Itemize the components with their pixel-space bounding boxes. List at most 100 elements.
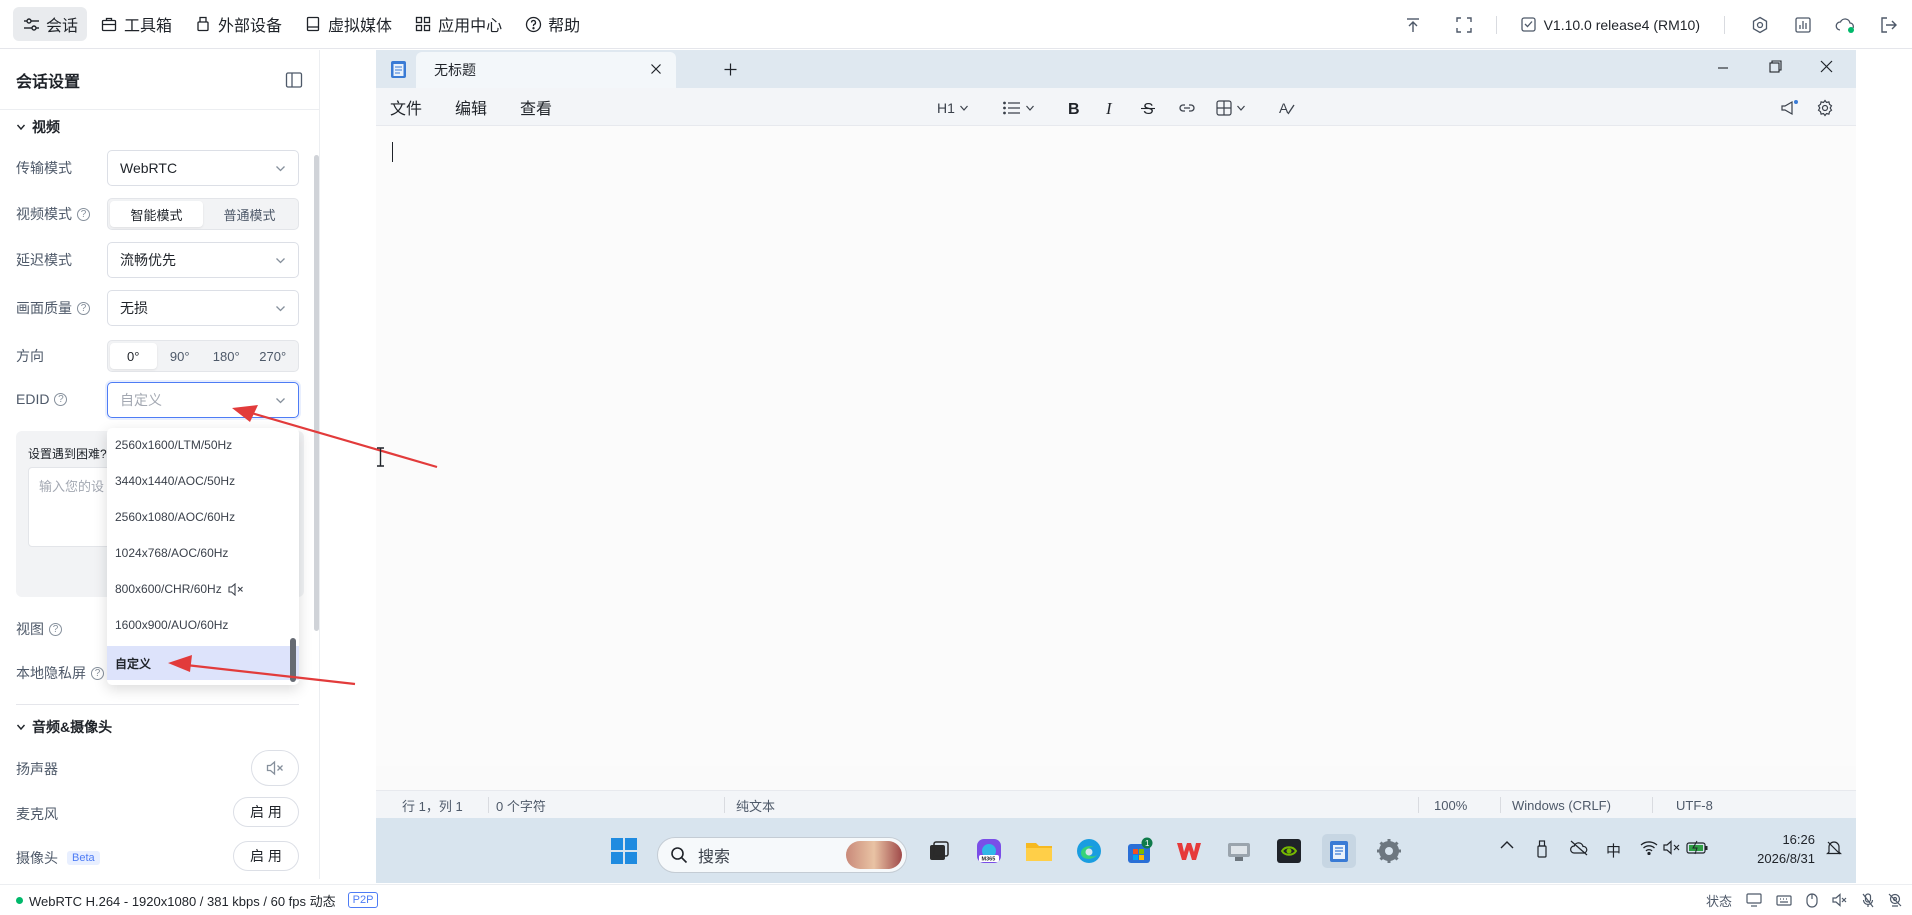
version-check-icon <box>1520 17 1536 32</box>
list-dropdown[interactable] <box>1003 96 1035 120</box>
m365-copilot-icon[interactable]: M365 <box>972 834 1006 868</box>
maximize-icon[interactable] <box>1769 60 1782 73</box>
edid-option[interactable]: 1600x900/AUO/60Hz <box>107 608 299 642</box>
app-window-icon[interactable] <box>1222 834 1256 868</box>
help-circle-icon[interactable]: ? <box>91 666 104 680</box>
status-label[interactable]: 状态 <box>1706 891 1732 910</box>
wps-office-icon[interactable] <box>1172 834 1206 868</box>
version-info[interactable]: V1.10.0 release4 (RM10) <box>1520 17 1700 33</box>
wifi-icon[interactable] <box>1640 840 1658 855</box>
edid-option[interactable]: 2560x1600/LTM/50Hz <box>107 428 299 462</box>
nav-external-devices[interactable]: 外部设备 <box>185 7 291 41</box>
fullscreen-icon[interactable] <box>1451 12 1477 38</box>
settings-icon[interactable] <box>1747 12 1773 38</box>
nav-virtual-media[interactable]: 虚拟媒体 <box>295 7 401 41</box>
nav-app-center[interactable]: 应用中心 <box>405 7 511 41</box>
taskbar-search[interactable]: 搜索 <box>657 837 907 873</box>
nav-toolbox[interactable]: 工具箱 <box>91 7 181 41</box>
notepad-tab[interactable]: 无标题 <box>416 52 676 88</box>
new-tab-icon[interactable] <box>724 63 737 76</box>
task-view-icon[interactable] <box>922 834 956 868</box>
cloud-offline-icon[interactable] <box>1569 840 1589 856</box>
panel-scrollbar[interactable] <box>314 155 319 631</box>
battery-charging-icon[interactable] <box>1686 840 1708 855</box>
dropdown-scrollbar[interactable] <box>290 638 296 682</box>
option-label: 自定义 <box>115 656 152 671</box>
help-circle-icon[interactable]: ? <box>54 392 68 406</box>
nav-label: 会话 <box>46 18 79 35</box>
stats-icon[interactable] <box>1790 12 1816 38</box>
display-icon[interactable] <box>1746 893 1762 907</box>
mouse-icon[interactable] <box>1806 892 1818 908</box>
link-icon[interactable] <box>1178 96 1196 120</box>
nav-help[interactable]: 帮助 <box>515 7 589 41</box>
edge-browser-icon[interactable] <box>1072 834 1106 868</box>
ime-indicator[interactable]: 中 <box>1606 840 1621 861</box>
video-mode-normal[interactable]: 普通模式 <box>203 201 296 227</box>
volume-muted-icon[interactable] <box>1663 840 1681 855</box>
camera-enable-button[interactable]: 启 用 <box>233 841 299 871</box>
direction-180[interactable]: 180° <box>203 343 250 369</box>
nvidia-icon[interactable] <box>1272 834 1306 868</box>
notification-bell-icon[interactable] <box>1826 840 1842 856</box>
quality-select[interactable]: 无损 <box>107 290 299 326</box>
camera-off-icon[interactable] <box>1888 893 1902 907</box>
microphone-enable-button[interactable]: 启 用 <box>233 797 299 827</box>
italic-icon[interactable]: I <box>1104 96 1118 120</box>
select-value: 无损 <box>120 300 148 316</box>
microphone-off-icon[interactable] <box>1862 892 1874 908</box>
upload-icon[interactable] <box>1400 12 1426 38</box>
heading-dropdown[interactable]: H1 <box>937 96 969 120</box>
latency-mode-select[interactable]: 流畅优先 <box>107 242 299 278</box>
file-explorer-icon[interactable] <box>1022 834 1056 868</box>
logout-icon[interactable] <box>1876 12 1902 38</box>
nav-label: 帮助 <box>548 18 581 35</box>
audio-section-header[interactable]: 音频&摄像头 <box>0 717 128 737</box>
strikethrough-icon[interactable]: S <box>1140 96 1156 120</box>
edid-select[interactable]: 自定义 <box>107 382 299 418</box>
table-dropdown[interactable] <box>1216 96 1246 120</box>
minimize-icon[interactable] <box>1717 62 1729 74</box>
edid-option[interactable]: 800x600/CHR/60Hz <box>107 572 299 606</box>
edid-option[interactable]: 3440x1440/AOC/50Hz <box>107 464 299 498</box>
notepad-settings-icon[interactable] <box>1816 96 1834 120</box>
notepad-taskbar-icon[interactable] <box>1322 834 1356 868</box>
settings-gear-icon[interactable] <box>1372 834 1406 868</box>
direction-90[interactable]: 90° <box>157 343 204 369</box>
video-section-header[interactable]: 视频 <box>0 117 76 137</box>
windows-start-icon[interactable] <box>607 834 641 868</box>
bold-icon[interactable]: B <box>1066 96 1080 120</box>
edid-option-selected[interactable]: 自定义 <box>107 646 299 680</box>
transport-mode-select[interactable]: WebRTC <box>107 150 299 186</box>
direction-0[interactable]: 0° <box>110 343 157 369</box>
speaker-off-icon[interactable] <box>1832 893 1848 907</box>
microsoft-store-icon[interactable]: 1 <box>1122 834 1156 868</box>
video-mode-smart[interactable]: 智能模式 <box>110 201 203 227</box>
direction-270[interactable]: 270° <box>250 343 297 369</box>
menu-file[interactable]: 文件 <box>390 88 422 126</box>
help-circle-icon[interactable]: ? <box>77 301 90 315</box>
system-clock[interactable]: 16:26 2026/8/31 <box>1743 830 1815 868</box>
encoding[interactable]: UTF-8 <box>1676 791 1713 819</box>
usb-drive-icon[interactable] <box>1536 840 1548 858</box>
line-ending[interactable]: Windows (CRLF) <box>1512 791 1611 819</box>
edid-option[interactable]: 2560x1080/AOC/60Hz <box>107 500 299 534</box>
text-editor-area[interactable] <box>376 126 1856 766</box>
remote-desktop-view[interactable]: 无标题 文件 编辑 查看 H1 B I S A 行 1，列 1 0 个字符 纯文… <box>376 50 1856 883</box>
close-tab-icon[interactable] <box>650 63 662 75</box>
speaker-toggle[interactable] <box>251 750 299 786</box>
announcement-icon[interactable] <box>1780 96 1800 120</box>
keyboard-icon[interactable] <box>1776 893 1792 907</box>
help-circle-icon[interactable]: ? <box>49 622 62 636</box>
nav-session[interactable]: 会话 <box>13 7 88 41</box>
menu-edit[interactable]: 编辑 <box>455 88 487 126</box>
edid-option[interactable]: 1024x768/AOC/60Hz <box>107 536 299 570</box>
help-circle-icon[interactable]: ? <box>77 207 90 221</box>
menu-view[interactable]: 查看 <box>520 88 552 126</box>
close-window-icon[interactable] <box>1820 60 1833 73</box>
panel-collapse-icon[interactable] <box>285 71 303 89</box>
clear-format-icon[interactable]: A <box>1279 96 1297 120</box>
cloud-status-icon[interactable] <box>1833 12 1859 38</box>
zoom-level[interactable]: 100% <box>1434 791 1467 819</box>
tray-overflow-chevron-icon[interactable] <box>1500 840 1514 850</box>
